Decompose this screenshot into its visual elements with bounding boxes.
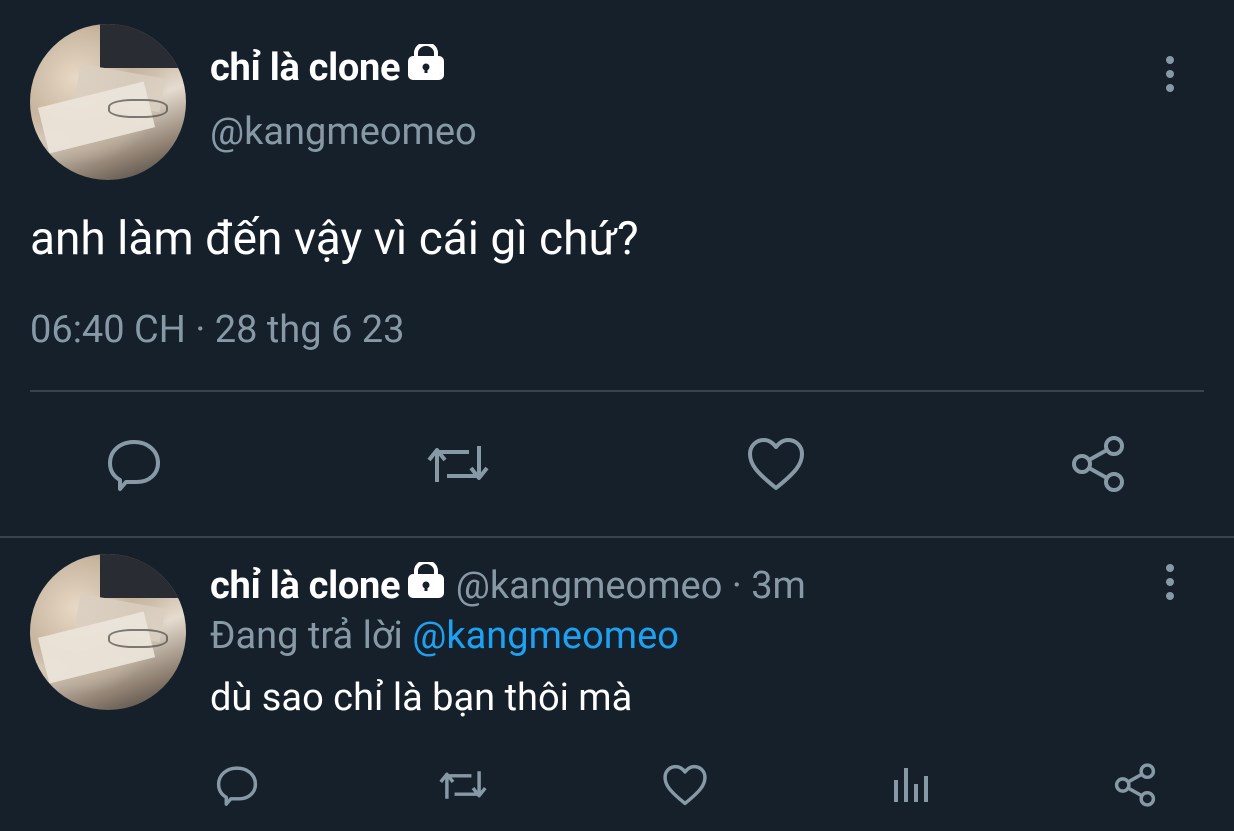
share-button[interactable] [1112,762,1158,808]
analytics-icon [894,768,928,802]
display-name[interactable]: chỉ là clone [210,42,446,90]
separator: · [195,308,206,352]
like-icon [748,438,804,490]
share-icon [1072,436,1124,492]
tweet-date[interactable]: 28 thg 6 23 [215,308,405,352]
replying-to: Đang trả lời @kangmeomeo [210,614,679,658]
dot-icon [1166,578,1174,586]
divider [0,536,1234,538]
more-options-button[interactable] [1160,56,1180,96]
display-name[interactable]: chỉ là clone [210,564,401,608]
dot-icon [1166,564,1174,572]
analytics-button[interactable] [888,762,934,808]
retweet-icon [427,446,489,482]
divider [30,390,1204,392]
dot-icon [1166,592,1174,600]
more-options-button[interactable] [1160,564,1180,604]
tweet-timestamp: 06:40 CH · 28 thg 6 23 [30,308,404,352]
handle[interactable]: @kangmeomeo [210,110,477,154]
lock-icon [406,560,446,608]
reply-button[interactable] [104,434,164,494]
tweet-age[interactable]: 3m [751,564,806,608]
separator: · [731,564,742,608]
handle[interactable]: @kangmeomeo [456,564,723,608]
like-icon [663,764,707,806]
lock-icon [406,42,446,90]
dot-icon [1166,70,1174,78]
tweet-text: anh làm đến vậy vì cái gì chứ? [30,212,639,266]
tweet-text: dù sao chỉ là bạn thôi mà [210,676,633,720]
retweet-button[interactable] [436,762,490,808]
like-button[interactable] [662,762,708,808]
mention-link[interactable]: @kangmeomeo [412,614,679,658]
retweet-button[interactable] [423,434,493,494]
reply-icon [108,440,160,491]
avatar[interactable] [30,24,186,180]
tweet-time[interactable]: 06:40 CH [30,308,186,352]
like-button[interactable] [746,434,806,494]
avatar[interactable] [30,554,186,710]
reply-button[interactable] [214,762,260,808]
reply-icon [216,766,258,806]
display-name-text: chỉ là clone [210,46,401,90]
share-button[interactable] [1068,434,1128,494]
dot-icon [1166,84,1174,92]
dot-icon [1166,56,1174,64]
replying-to-label: Đang trả lời [210,614,403,658]
retweet-icon [439,771,487,799]
share-icon [1114,763,1156,807]
reply-header: chỉ là clone @kangmeomeo · 3m [210,560,806,608]
